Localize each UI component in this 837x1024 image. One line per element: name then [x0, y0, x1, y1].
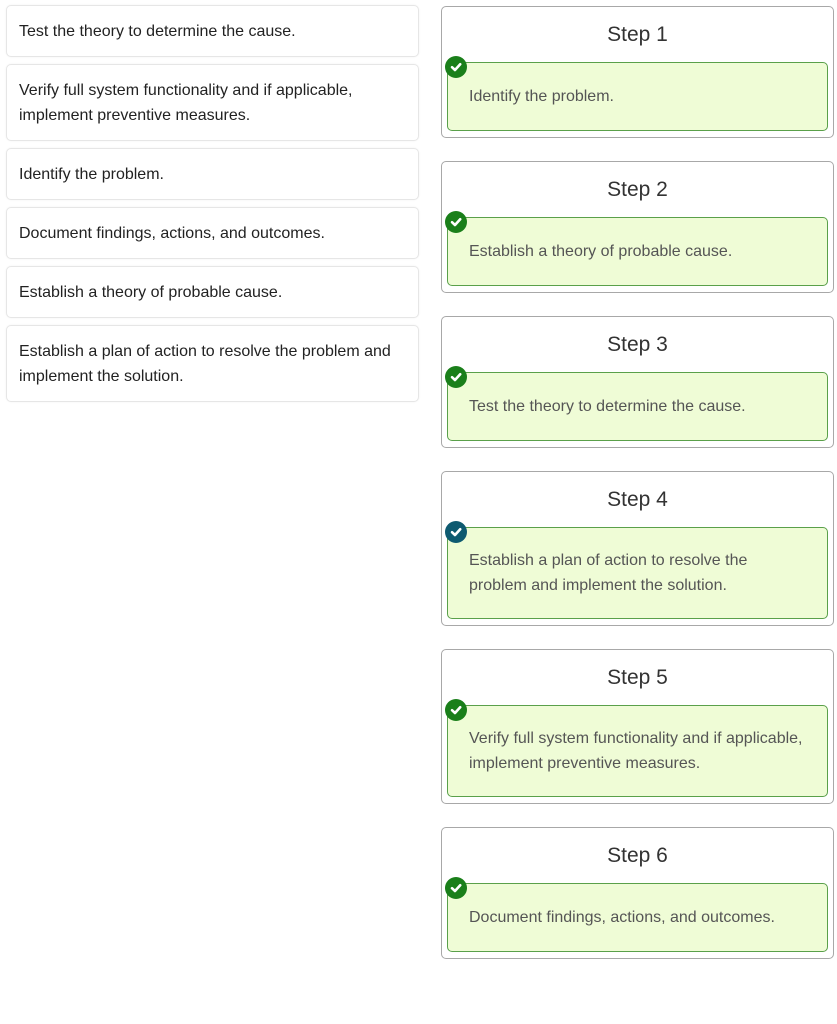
answer-text: Document findings, actions, and outcomes…	[469, 909, 775, 926]
drop-zone[interactable]: Verify full system functionality and if …	[445, 699, 828, 797]
option-text: Identify the problem.	[19, 166, 164, 183]
drop-zone[interactable]: Identify the problem.	[445, 56, 828, 131]
answer-text: Establish a plan of action to resolve th…	[469, 552, 748, 594]
check-circle-icon	[445, 699, 467, 721]
answer-text: Verify full system functionality and if …	[469, 730, 803, 772]
step-slot-1: Step 1 Identify the problem.	[441, 6, 834, 138]
check-circle-icon	[445, 521, 467, 543]
check-circle-icon	[445, 211, 467, 233]
step-title: Step 1	[607, 23, 668, 46]
answer-text: Identify the problem.	[469, 88, 614, 105]
draggable-option[interactable]: Establish a theory of probable cause.	[6, 266, 419, 318]
option-text: Establish a plan of action to resolve th…	[19, 343, 391, 385]
step-slot-6: Step 6 Document findings, actions, and o…	[441, 827, 834, 959]
drop-zone[interactable]: Test the theory to determine the cause.	[445, 366, 828, 441]
draggable-option[interactable]: Identify the problem.	[6, 148, 419, 200]
step-title: Step 6	[607, 844, 668, 867]
answer-text: Test the theory to determine the cause.	[469, 398, 746, 415]
drop-zone[interactable]: Document findings, actions, and outcomes…	[445, 877, 828, 952]
step-title: Step 3	[607, 333, 668, 356]
answer-text: Establish a theory of probable cause.	[469, 243, 733, 260]
drop-zone[interactable]: Establish a plan of action to resolve th…	[445, 521, 828, 619]
step-slot-5: Step 5 Verify full system functionality …	[441, 649, 834, 804]
draggable-option[interactable]: Verify full system functionality and if …	[6, 64, 419, 141]
option-text: Test the theory to determine the cause.	[19, 23, 296, 40]
check-circle-icon	[445, 366, 467, 388]
draggable-option[interactable]: Test the theory to determine the cause.	[6, 5, 419, 57]
option-text: Establish a theory of probable cause.	[19, 284, 283, 301]
option-text: Document findings, actions, and outcomes…	[19, 225, 325, 242]
option-text: Verify full system functionality and if …	[19, 82, 353, 124]
check-circle-icon	[445, 877, 467, 899]
steps-list: Step 1 Identify the problem. Step 2 Esta…	[441, 6, 834, 982]
drop-zone[interactable]: Establish a theory of probable cause.	[445, 211, 828, 286]
step-slot-4: Step 4 Establish a plan of action to res…	[441, 471, 834, 626]
step-slot-3: Step 3 Test the theory to determine the …	[441, 316, 834, 448]
step-title: Step 5	[607, 666, 668, 689]
step-title: Step 4	[607, 488, 668, 511]
options-list: Test the theory to determine the cause. …	[6, 5, 419, 409]
check-circle-icon	[445, 56, 467, 78]
draggable-option[interactable]: Document findings, actions, and outcomes…	[6, 207, 419, 259]
draggable-option[interactable]: Establish a plan of action to resolve th…	[6, 325, 419, 402]
step-title: Step 2	[607, 178, 668, 201]
step-slot-2: Step 2 Establish a theory of probable ca…	[441, 161, 834, 293]
